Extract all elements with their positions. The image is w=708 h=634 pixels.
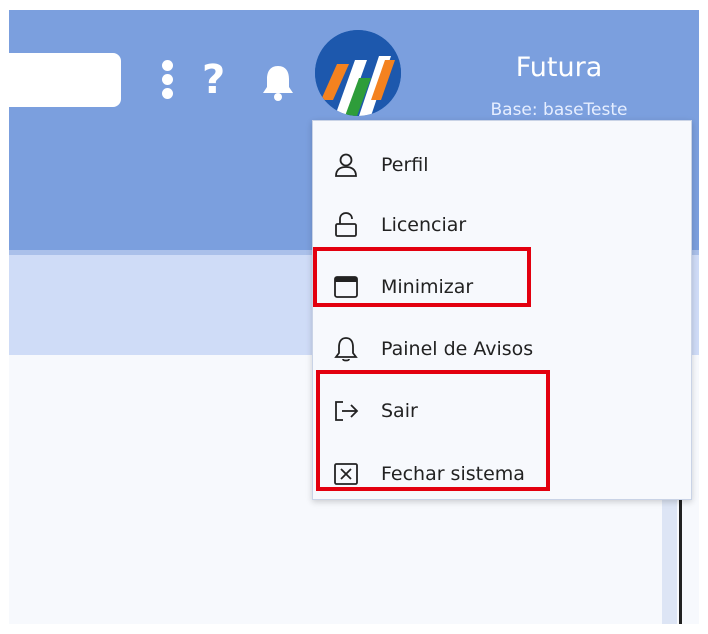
avatar[interactable]	[315, 30, 401, 116]
panel-border	[679, 495, 682, 624]
menu-item-licenciar[interactable]: Licenciar	[313, 197, 691, 253]
menu-item-label: Sair	[381, 400, 418, 422]
menu-item-label: Licenciar	[381, 214, 467, 236]
unlock-icon	[333, 212, 359, 238]
user-icon	[333, 152, 359, 178]
help-icon[interactable]: ?	[202, 50, 225, 110]
menu-item-fechar-sistema[interactable]: Fechar sistema	[313, 446, 691, 502]
kebab-vertical-icon[interactable]	[161, 60, 175, 108]
menu-item-perfil[interactable]: Perfil	[313, 137, 691, 193]
close-box-icon	[333, 461, 359, 487]
menu-item-painel-de-avisos[interactable]: Painel de Avisos	[313, 321, 691, 377]
menu-item-sair[interactable]: Sair	[313, 383, 691, 439]
search-input[interactable]	[9, 53, 121, 107]
menu-item-label: Fechar sistema	[381, 463, 525, 485]
database-label: Base: baseTeste	[490, 100, 628, 120]
menu-item-minimizar[interactable]: Minimizar	[313, 259, 691, 315]
menu-item-label: Painel de Avisos	[381, 338, 534, 360]
scrollbar-track[interactable]	[662, 495, 677, 624]
bell-icon[interactable]	[259, 62, 297, 102]
app-window: ? Futura Base: baseTeste Perfil Licencia…	[9, 10, 699, 624]
user-dropdown-menu: Perfil Licenciar Minimizar Painel de Avi…	[312, 120, 692, 500]
menu-item-label: Minimizar	[381, 276, 474, 298]
menu-item-label: Perfil	[381, 154, 429, 176]
bell-outline-icon	[333, 336, 359, 362]
logout-icon	[333, 398, 359, 424]
user-name: Futura	[515, 52, 603, 83]
window-icon	[333, 274, 359, 300]
